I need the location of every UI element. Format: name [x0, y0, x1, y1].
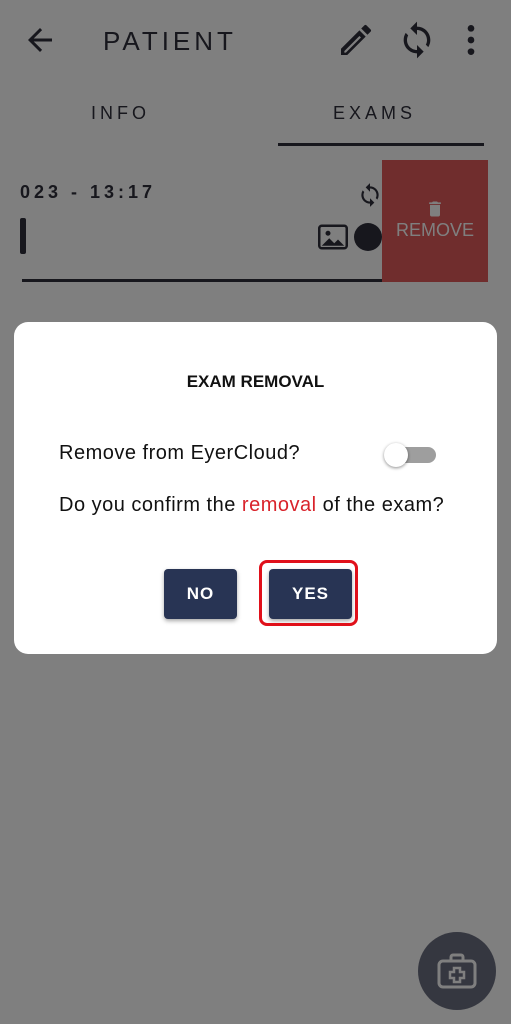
confirm-text-highlight: removal: [241, 494, 317, 516]
confirm-text-start: Do you confirm the: [59, 494, 242, 516]
yes-button-highlight: [259, 560, 358, 626]
remove-from-cloud-toggle[interactable]: [384, 443, 436, 467]
exam-removal-dialog: EXAM REMOVAL Remove from EyerCloud? Do y…: [14, 322, 497, 654]
dialog-title: EXAM REMOVAL: [186, 372, 325, 391]
no-button[interactable]: NO: [164, 569, 237, 619]
confirm-message: Do you confirm the removal of the exam?: [59, 489, 469, 522]
toggle-thumb: [384, 443, 408, 467]
toggle-label: Remove from EyerCloud?: [59, 442, 301, 464]
confirm-text-end: of the exam?: [316, 494, 445, 516]
